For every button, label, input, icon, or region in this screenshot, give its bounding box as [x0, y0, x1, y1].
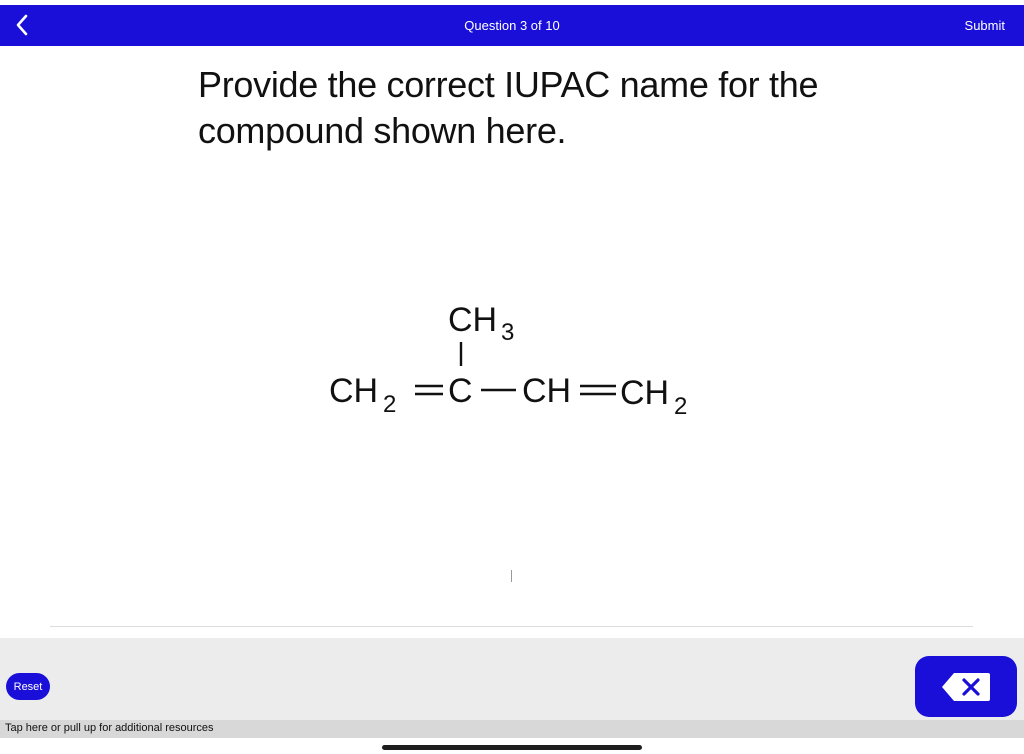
left-group-ch: CH	[329, 372, 378, 410]
center-atom: C	[448, 372, 473, 410]
text-cursor	[511, 570, 512, 582]
middle-ch: CH	[522, 372, 571, 410]
backspace-icon	[942, 672, 990, 701]
top-group-subscript: 3	[501, 319, 514, 346]
chemical-structure: CH 3 CH 2 C CH CH 2	[320, 290, 720, 430]
submit-button[interactable]: Submit	[965, 18, 1005, 33]
question-prompt: Provide the correct IUPAC name for the c…	[198, 64, 819, 151]
left-group-subscript: 2	[383, 391, 396, 418]
resources-text: Tap here or pull up for additional resou…	[5, 722, 214, 734]
reset-button[interactable]: Reset	[6, 673, 50, 700]
answer-input-line[interactable]	[50, 626, 973, 627]
question-counter: Question 3 of 10	[464, 18, 560, 33]
resources-bar[interactable]: Tap here or pull up for additional resou…	[0, 720, 1024, 738]
home-indicator[interactable]	[382, 745, 642, 750]
top-group-ch: CH	[448, 301, 497, 339]
delete-button[interactable]	[915, 656, 1017, 717]
right-group-ch: CH	[620, 374, 669, 412]
keyboard-panel	[0, 638, 1024, 720]
right-group-subscript: 2	[674, 393, 687, 420]
header-bar: Question 3 of 10 Submit	[0, 5, 1024, 46]
